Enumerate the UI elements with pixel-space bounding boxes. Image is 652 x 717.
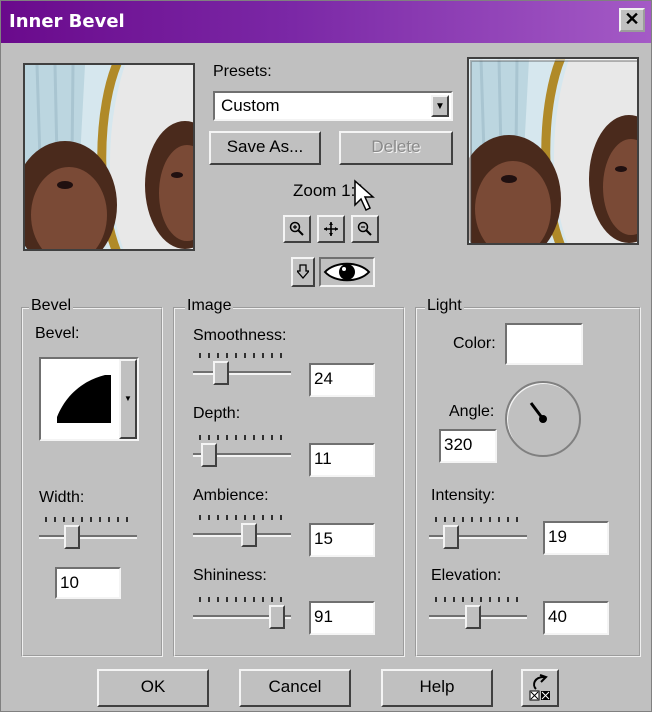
ambience-slider[interactable] (193, 513, 291, 547)
depth-slider-thumb[interactable] (201, 443, 217, 467)
chevron-down-icon[interactable]: ▼ (431, 95, 449, 117)
image-group-title: Image (185, 297, 234, 315)
ambience-slider-ticks (199, 515, 285, 520)
presets-label: Presets: (213, 63, 272, 80)
proof-button[interactable] (319, 257, 375, 287)
elevation-input[interactable]: 40 (543, 601, 609, 635)
depth-input[interactable]: 11 (309, 443, 375, 477)
inner-bevel-dialog: Inner Bevel ✕ Presets: Custom ▼ Save As.… (0, 0, 652, 712)
cancel-button[interactable]: Cancel (239, 669, 351, 707)
help-button[interactable]: Help (381, 669, 493, 707)
save-as-button[interactable]: Save As... (209, 131, 321, 165)
width-slider-track (39, 535, 137, 539)
eye-icon (323, 262, 371, 282)
reset-button[interactable] (521, 669, 559, 707)
pan-button[interactable] (317, 215, 345, 243)
elevation-slider-thumb[interactable] (465, 605, 481, 629)
depth-label: Depth: (193, 405, 241, 422)
before-preview-image (25, 65, 193, 249)
shininess-slider[interactable] (193, 595, 291, 629)
smoothness-slider-track (193, 371, 291, 375)
shininess-slider-ticks (199, 597, 285, 602)
depth-slider-ticks (199, 435, 285, 440)
width-label: Width: (39, 489, 85, 506)
bevel-shape-dropdown[interactable]: ▼ (39, 357, 139, 441)
smoothness-label: Smoothness: (193, 327, 287, 344)
smoothness-slider[interactable] (193, 351, 291, 385)
width-slider-ticks (45, 517, 131, 522)
zoom-out-button[interactable] (351, 215, 379, 243)
shininess-input[interactable]: 91 (309, 601, 375, 635)
zoom-in-button[interactable] (283, 215, 311, 243)
bevel-group-title: Bevel (29, 297, 74, 315)
ambience-label: Ambience: (193, 487, 269, 504)
after-preview[interactable] (467, 57, 639, 245)
shininess-slider-thumb[interactable] (269, 605, 285, 629)
bevel-label: Bevel: (35, 325, 80, 342)
intensity-slider-thumb[interactable] (443, 525, 459, 549)
presets-dropdown[interactable]: Custom ▼ (213, 91, 453, 121)
elevation-slider[interactable] (429, 595, 527, 629)
elevation-slider-ticks (435, 597, 521, 602)
zoom-out-icon (357, 221, 372, 236)
bevel-chevron-down-icon[interactable]: ▼ (119, 359, 137, 439)
intensity-input[interactable]: 19 (543, 521, 609, 555)
zoom-in-icon (289, 221, 304, 236)
light-color-swatch[interactable] (505, 323, 583, 365)
presets-value: Custom (221, 96, 280, 115)
shininess-label: Shininess: (193, 567, 267, 584)
smoothness-input[interactable]: 24 (309, 363, 375, 397)
intensity-slider[interactable] (429, 515, 527, 549)
intensity-label: Intensity: (431, 487, 496, 504)
delete-button[interactable]: Delete (339, 131, 453, 165)
before-preview[interactable] (23, 63, 195, 251)
angle-dial[interactable] (505, 381, 581, 457)
light-group-title: Light (425, 297, 464, 315)
auto-proof-button[interactable] (291, 257, 315, 287)
mouse-cursor-icon (354, 179, 375, 212)
intensity-slider-ticks (435, 517, 521, 522)
angle-input[interactable]: 320 (439, 429, 497, 463)
angle-dial-needle (529, 402, 547, 423)
bevel-shape-icon (57, 375, 111, 423)
depth-slider[interactable] (193, 433, 291, 467)
smoothness-slider-ticks (199, 353, 285, 358)
color-label: Color: (453, 335, 496, 352)
move-icon (324, 222, 338, 236)
width-slider-thumb[interactable] (64, 525, 80, 549)
elevation-label: Elevation: (431, 567, 502, 584)
arrow-down-icon (295, 264, 311, 279)
smoothness-slider-thumb[interactable] (213, 361, 229, 385)
title-bar[interactable]: Inner Bevel ✕ (1, 1, 651, 43)
reset-icon (529, 674, 550, 701)
width-slider[interactable] (39, 515, 137, 549)
window-title: Inner Bevel (9, 11, 125, 32)
width-input[interactable]: 10 (55, 567, 121, 599)
after-preview-image (469, 59, 637, 243)
ambience-slider-thumb[interactable] (241, 523, 257, 547)
close-button[interactable]: ✕ (619, 8, 645, 32)
angle-label: Angle: (449, 403, 495, 420)
ok-button[interactable]: OK (97, 669, 209, 707)
ambience-input[interactable]: 15 (309, 523, 375, 557)
